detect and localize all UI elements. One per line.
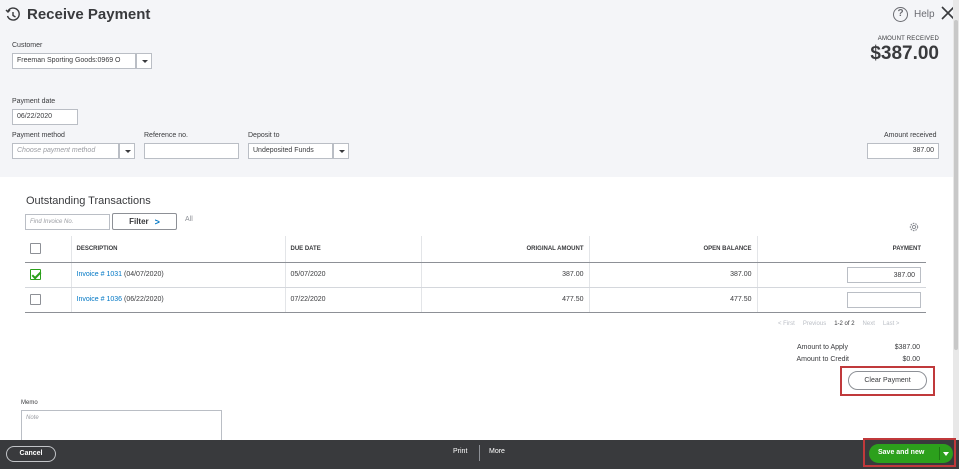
pager-range: 1-2 of 2 <box>834 321 855 327</box>
save-options-dropdown-arrow-icon[interactable] <box>943 452 949 456</box>
print-button[interactable]: Print <box>453 448 467 455</box>
payment-input[interactable]: 387.00 <box>847 266 921 283</box>
memo-input[interactable]: Note <box>21 410 222 441</box>
transactions-table: DESCRIPTION DUE DATE ORIGINAL AMOUNT OPE… <box>25 236 926 313</box>
amount-to-credit-value: $0.00 <box>902 356 920 363</box>
history-icon[interactable] <box>5 7 21 23</box>
column-header-payment[interactable]: PAYMENT <box>756 236 926 263</box>
page-title: Receive Payment <box>27 6 151 23</box>
due-date-cell: 07/22/2020 <box>284 287 421 313</box>
payment-method-dropdown-arrow-icon[interactable] <box>119 143 135 159</box>
column-header-open-balance[interactable]: OPEN BALANCE <box>588 236 757 263</box>
amount-received-label: Amount received <box>884 132 937 139</box>
cancel-button[interactable]: Cancel <box>6 446 56 462</box>
invoice-link[interactable]: Invoice # 1036 <box>77 296 123 303</box>
save-and-new-button[interactable]: Save and new <box>869 444 953 463</box>
payment-method-select[interactable]: Choose payment method <box>12 143 119 159</box>
amount-received-caption: AMOUNT RECEIVED <box>877 36 939 42</box>
footer-divider <box>479 445 480 461</box>
payment-input[interactable] <box>847 291 921 308</box>
reference-label: Reference no. <box>144 132 188 139</box>
filter-label: Filter <box>129 217 149 226</box>
payment-date-label: Payment date <box>12 98 56 105</box>
outstanding-transactions-title: Outstanding Transactions <box>26 195 151 207</box>
table-row: Invoice # 1036 (06/22/2020) 07/22/2020 4… <box>25 287 926 313</box>
row-checkbox[interactable] <box>30 294 41 305</box>
clear-payment-button[interactable]: Clear Payment <box>848 371 927 390</box>
column-header-description[interactable]: DESCRIPTION <box>70 236 285 263</box>
filter-button[interactable]: Filter > <box>112 213 177 230</box>
amount-to-apply-value: $387.00 <box>894 344 920 351</box>
customer-dropdown-arrow-icon[interactable] <box>136 53 152 69</box>
customer-label: Customer <box>12 42 43 49</box>
invoice-date: (04/07/2020) <box>124 271 164 278</box>
due-date-cell: 05/07/2020 <box>284 262 421 288</box>
pager-previous[interactable]: Previous <box>803 321 826 327</box>
payment-method-label: Payment method <box>12 132 65 139</box>
pager-next[interactable]: Next <box>863 321 875 327</box>
invoice-date: (06/22/2020) <box>124 296 164 303</box>
save-split-divider <box>939 447 940 460</box>
select-all-cell <box>25 236 71 263</box>
open-balance-cell: 477.50 <box>588 287 757 313</box>
pagination: < First Previous 1-2 of 2 Next Last > <box>778 321 899 327</box>
help-button[interactable]: ? Help <box>893 7 935 22</box>
deposit-to-dropdown-arrow-icon[interactable] <box>333 143 349 159</box>
save-and-new-label: Save and new <box>878 449 925 456</box>
column-header-original-amount[interactable]: ORIGINAL AMOUNT <box>420 236 589 263</box>
pager-first[interactable]: < First <box>778 321 795 327</box>
description-cell: Invoice # 1031 (04/07/2020) <box>70 262 285 288</box>
amount-received-input[interactable]: 387.00 <box>867 143 939 159</box>
deposit-to-label: Deposit to <box>248 132 280 139</box>
gear-icon[interactable] <box>908 221 920 233</box>
help-label: Help <box>914 9 935 20</box>
scrollbar-thumb[interactable] <box>954 20 958 350</box>
customer-select[interactable]: Freeman Sporting Goods:0969 O <box>12 53 136 69</box>
help-icon: ? <box>893 7 908 22</box>
original-amount-cell: 387.00 <box>420 262 589 288</box>
table-row: Invoice # 1031 (04/07/2020) 05/07/2020 3… <box>25 262 926 288</box>
column-header-due-date[interactable]: DUE DATE <box>284 236 421 263</box>
payment-cell <box>756 287 926 313</box>
amount-received-total: $387.00 <box>870 43 939 64</box>
more-button[interactable]: More <box>489 448 505 455</box>
all-filter-label: All <box>185 216 193 223</box>
description-cell: Invoice # 1036 (06/22/2020) <box>70 287 285 313</box>
amount-to-apply-label: Amount to Apply <box>797 344 848 351</box>
open-balance-cell: 387.00 <box>588 262 757 288</box>
reference-input[interactable] <box>144 143 239 159</box>
deposit-to-select[interactable]: Undeposited Funds <box>248 143 333 159</box>
invoice-link[interactable]: Invoice # 1031 <box>77 271 123 278</box>
header-panel <box>0 0 953 177</box>
row-checkbox-cell <box>25 262 71 288</box>
original-amount-cell: 477.50 <box>420 287 589 313</box>
amount-to-credit-label: Amount to Credit <box>796 356 849 363</box>
payment-cell: 387.00 <box>756 262 926 288</box>
select-all-checkbox[interactable] <box>30 243 41 255</box>
row-checkbox-cell <box>25 287 71 313</box>
row-checkbox[interactable] <box>30 269 41 280</box>
pager-last[interactable]: Last > <box>883 321 900 327</box>
find-invoice-input[interactable]: Find Invoice No. <box>25 214 110 230</box>
chevron-right-icon: > <box>154 216 160 227</box>
memo-label: Memo <box>21 400 38 406</box>
payment-date-input[interactable]: 06/22/2020 <box>12 109 78 125</box>
